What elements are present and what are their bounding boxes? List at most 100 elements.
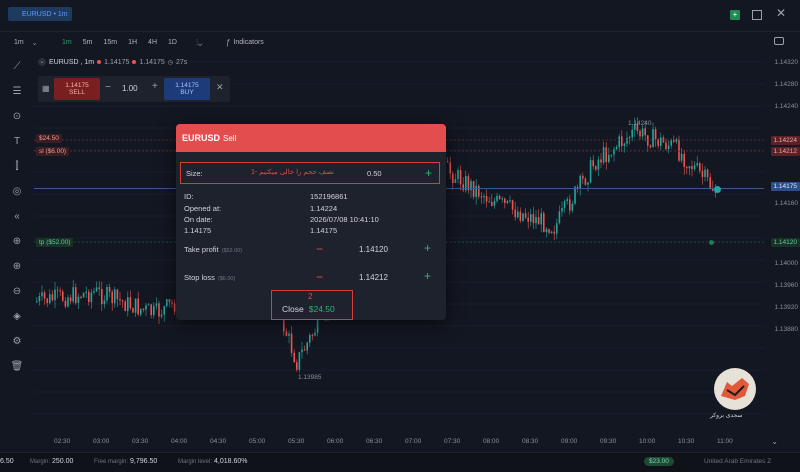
timeframe-5m[interactable]: 5m: [79, 37, 97, 48]
candle-body: [584, 178, 587, 185]
stop-loss-label: Stop loss: [184, 273, 215, 282]
text-icon[interactable]: T: [9, 133, 25, 149]
sl-decrease-button[interactable]: −: [316, 271, 323, 283]
interval-select[interactable]: 1m ⌄: [10, 37, 38, 48]
pnl-badge[interactable]: $24.50: [36, 134, 62, 143]
tp-decrease-button[interactable]: −: [316, 243, 323, 255]
chart-type-icon[interactable]: ⫶⌄: [196, 38, 202, 48]
sl-badge[interactable]: sl ($6.00): [36, 147, 70, 156]
candle-body: [36, 301, 38, 303]
time-tick: 10:30: [678, 438, 695, 445]
decrease-qty-button[interactable]: −: [105, 82, 111, 93]
zoom-in-icon[interactable]: ⊕: [9, 258, 25, 274]
candle-body: [709, 177, 711, 189]
trash-icon[interactable]: 🗑: [9, 358, 25, 374]
legend-dot-icon: [97, 60, 102, 64]
candle-body: [134, 298, 137, 313]
add-tab-icon[interactable]: +: [730, 10, 740, 20]
candle-body: [116, 289, 119, 300]
timeframe-1h[interactable]: 1H: [124, 37, 141, 48]
sl-value[interactable]: 1.14212: [359, 273, 388, 282]
candle-body: [652, 129, 654, 148]
settings-icon[interactable]: ⚙: [9, 333, 25, 349]
sell-button[interactable]: 1.14175 SELL: [54, 78, 100, 100]
candle-body: [545, 229, 548, 233]
candle-body: [290, 333, 293, 353]
candle-body: [93, 291, 95, 293]
tp-increase-button[interactable]: +: [424, 242, 431, 254]
rewind-icon[interactable]: «: [9, 208, 25, 224]
plus-circle-icon[interactable]: ⊕: [9, 233, 25, 249]
buy-label: BUY: [180, 89, 194, 96]
horizontal-lines-icon[interactable]: ☰: [9, 83, 25, 99]
margin-label: Margin:: [30, 459, 51, 465]
close-panel-icon[interactable]: ✕: [216, 82, 224, 93]
time-tick: 08:30: [522, 438, 539, 445]
candle-body: [660, 137, 662, 146]
zoom-out-icon[interactable]: ⊖: [9, 283, 25, 299]
increase-qty-button[interactable]: +: [152, 81, 158, 92]
timeframe-1d[interactable]: 1D: [164, 37, 181, 48]
target-icon[interactable]: ◎: [9, 183, 25, 199]
time-tick: 05:00: [249, 438, 266, 445]
dialog-title: EURUSD: [182, 133, 221, 143]
sl-increase-button[interactable]: +: [424, 270, 431, 282]
tp-value[interactable]: 1.14120: [359, 245, 388, 254]
camera-icon[interactable]: [774, 37, 784, 45]
timeframe-4h[interactable]: 4H: [144, 37, 161, 48]
collapse-icon[interactable]: ⌄: [38, 58, 46, 66]
tp-badge[interactable]: tp ($52.00): [36, 238, 74, 247]
top-bar: EURUSD • 1m + ✕: [0, 0, 800, 32]
candle-body: [628, 137, 631, 139]
symbol-tab[interactable]: EURUSD • 1m: [8, 7, 72, 21]
time-tick: 07:00: [405, 438, 422, 445]
position-marker-icon[interactable]: [714, 186, 721, 193]
buy-button[interactable]: 1.14175 BUY: [164, 78, 210, 100]
chevron-down-icon[interactable]: ⌄: [771, 437, 778, 446]
candle-body: [98, 287, 100, 290]
timeframe-15m[interactable]: 15m: [99, 37, 121, 48]
indicators-button[interactable]: ƒ Indicators: [226, 37, 264, 48]
candle-body: [699, 163, 701, 171]
size-value[interactable]: 0.50: [367, 169, 382, 178]
trend-line-icon[interactable]: ⟋: [9, 58, 25, 74]
close-position-button[interactable]: Close $24.50: [282, 304, 335, 314]
legend-title: EURUSD , 1m: [49, 58, 95, 66]
time-tick: 09:30: [600, 438, 617, 445]
account-value: 6.50: [0, 458, 14, 465]
time-axis[interactable]: ⌄ 02:30 03:00 03:30 04:00 04:30 05:00 05:30 06:…: [34, 432, 800, 452]
candle-body: [561, 207, 563, 212]
time-tick: 03:00: [93, 438, 110, 445]
legend-dot-icon: [132, 60, 137, 64]
candle-body: [511, 200, 514, 210]
candle-body: [483, 196, 485, 198]
qty-input[interactable]: 1.00: [122, 84, 138, 93]
candle-body: [49, 294, 51, 304]
current-price-badge: 1.14175: [770, 182, 800, 191]
maximize-icon[interactable]: [752, 10, 762, 20]
candle-body: [504, 198, 506, 203]
time-tick: 07:30: [444, 438, 461, 445]
close-label: Close: [282, 304, 304, 314]
sell-label: SELL: [69, 89, 85, 96]
close-icon[interactable]: ✕: [776, 6, 786, 20]
layers-icon[interactable]: ◈: [9, 308, 25, 324]
candle-body: [119, 299, 121, 301]
candle-body: [649, 145, 652, 148]
take-profit-amount: ($52.00): [221, 248, 243, 254]
price-axis[interactable]: 1.14320 1.14280 1.14240 1.14224 1.14212 …: [764, 52, 800, 432]
node-icon[interactable]: ⊙: [9, 108, 25, 124]
candle-body: [457, 170, 459, 180]
pattern-icon[interactable]: ⫿: [9, 158, 25, 174]
grid-icon[interactable]: ▦: [42, 84, 50, 93]
candle-body: [301, 349, 303, 353]
current-price-label: 1.14175: [184, 226, 212, 235]
tp-marker-icon[interactable]: [709, 240, 714, 245]
size-increase-button[interactable]: +: [425, 167, 432, 179]
candle-body: [124, 301, 126, 312]
balance-badge[interactable]: $23.00: [644, 457, 674, 466]
candle-body: [67, 297, 69, 307]
free-margin-info: Free margin: 9,796.50: [94, 458, 157, 465]
timeframe-1m[interactable]: 1m: [58, 37, 76, 48]
candle-body: [550, 231, 553, 233]
